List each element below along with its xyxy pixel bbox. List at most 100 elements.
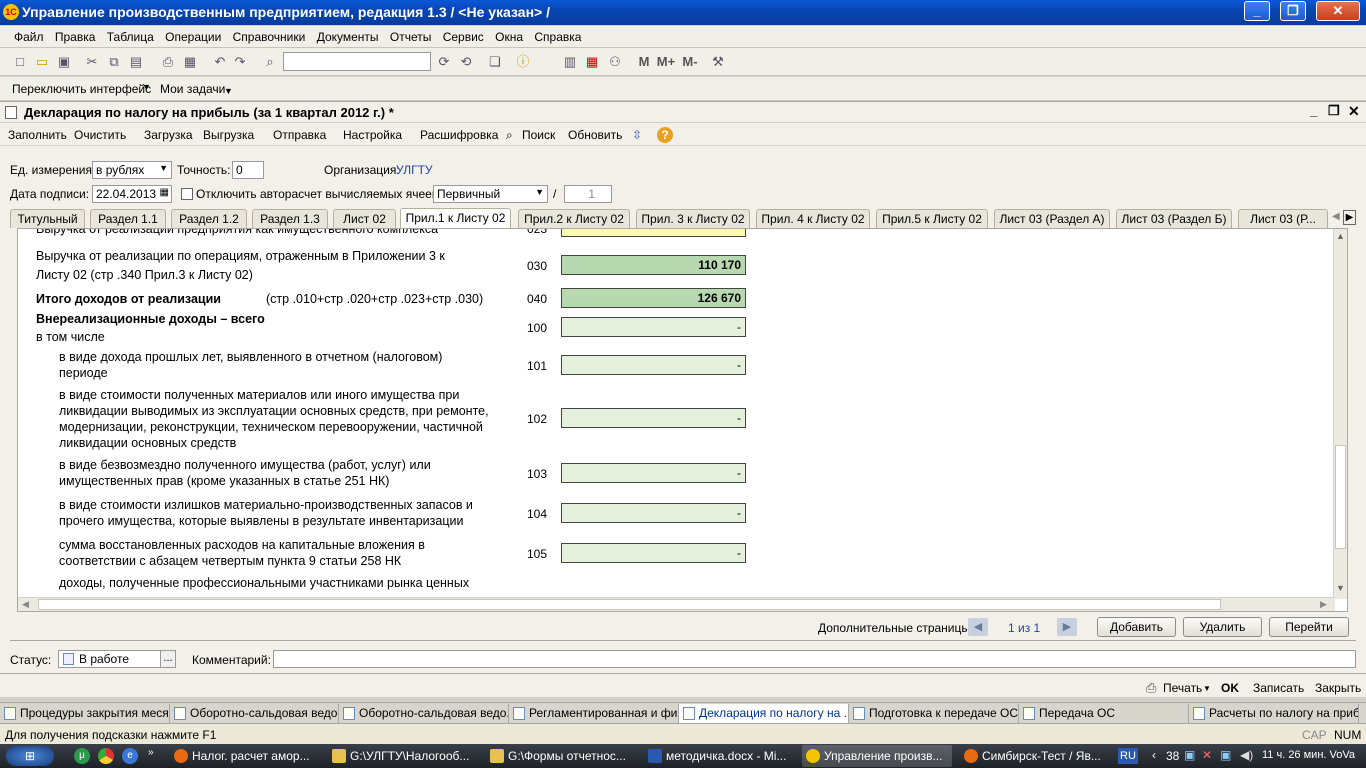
menu-service[interactable]: Сервис — [439, 26, 488, 44]
ie-icon[interactable]: e — [122, 748, 138, 764]
row-value-cell[interactable]: - — [561, 229, 746, 237]
display-icon[interactable]: ▣ — [1220, 748, 1231, 762]
row-value-cell[interactable]: - — [561, 543, 746, 563]
menu-table[interactable]: Таблица — [103, 26, 158, 44]
prev-page-icon[interactable]: ◀ — [968, 618, 988, 636]
tabs-next-icon[interactable]: ▶ — [1343, 210, 1356, 225]
print-icon[interactable]: ⎙ — [1146, 680, 1156, 696]
doc-close-icon[interactable]: ✕ — [1348, 103, 1360, 120]
window-task[interactable]: Подготовка к передаче ОС — [849, 704, 1019, 723]
scroll-left-icon[interactable]: ◀ — [22, 599, 29, 610]
help-icon[interactable]: ? — [657, 127, 673, 143]
os-task[interactable]: методичка.docx - Mi... — [644, 745, 794, 767]
quicklaunch-more-icon[interactable]: » — [148, 747, 154, 758]
language-indicator[interactable]: RU — [1118, 748, 1138, 764]
export-button[interactable]: Выгрузка — [203, 128, 254, 142]
status-field[interactable]: В работе — [58, 650, 161, 668]
tab-app-2-sheet-02[interactable]: Прил.2 к Листу 02 — [518, 209, 630, 228]
tab-app-3-sheet-02[interactable]: Прил. 3 к Листу 02 — [636, 209, 750, 228]
new-icon[interactable]: □ — [12, 54, 28, 70]
find-next-icon[interactable]: ⟳ — [436, 54, 452, 70]
users-icon[interactable]: ⚇ — [607, 54, 623, 70]
go-page-button[interactable]: Перейти — [1269, 617, 1349, 637]
close-button[interactable]: ✕ — [1316, 1, 1360, 21]
os-task-active[interactable]: Управление произв... — [802, 745, 952, 767]
print-icon[interactable]: ⎙ — [160, 54, 176, 70]
os-task[interactable]: G:\УЛГТУ\Налогооб... — [328, 745, 478, 767]
scroll-up-icon[interactable]: ▲ — [1336, 231, 1345, 241]
window-task[interactable]: Оборотно-сальдовая ведо... — [339, 704, 509, 723]
add-page-button[interactable]: Добавить — [1097, 617, 1176, 637]
row-value-cell[interactable]: - — [561, 408, 746, 428]
window-task[interactable]: Расчеты по налогу на приб... — [1189, 704, 1359, 723]
ok-button[interactable]: OK — [1221, 681, 1239, 695]
redo-icon[interactable]: ↷ — [232, 54, 248, 70]
send-button[interactable]: Отправка — [273, 128, 326, 142]
menu-windows[interactable]: Окна — [491, 26, 527, 44]
doc-restore-icon[interactable]: ❐ — [1328, 103, 1340, 119]
menu-help[interactable]: Справка — [530, 26, 585, 44]
vertical-scrollbar[interactable]: ▲ ▼ — [1333, 229, 1347, 599]
tab-app-4-sheet-02[interactable]: Прил. 4 к Листу 02 — [756, 209, 870, 228]
scroll-thumb[interactable] — [1335, 445, 1346, 549]
tab-sheet-03-r[interactable]: Лист 03 (Р... — [1238, 209, 1328, 228]
correction-number-field[interactable]: 1 — [564, 185, 612, 203]
scroll-right-icon[interactable]: ▶ — [1320, 599, 1327, 610]
tab-app-1-sheet-02[interactable]: Прил.1 к Листу 02 — [400, 208, 511, 229]
search-input[interactable] — [283, 52, 431, 71]
status-select-button[interactable]: ... — [160, 650, 176, 668]
autocalc-checkbox[interactable] — [181, 188, 193, 200]
row-value-cell[interactable]: 110 170 — [561, 255, 746, 275]
sign-date-field[interactable]: 22.04.2013 ▦ — [92, 185, 172, 203]
import-button[interactable]: Загрузка — [144, 128, 193, 142]
memory-button[interactable]: M — [636, 54, 652, 70]
tabs-prev-icon[interactable]: ◀ — [1332, 211, 1340, 222]
minimize-button[interactable]: _ — [1244, 1, 1270, 21]
volume-icon[interactable]: ◀) — [1240, 748, 1253, 762]
maximize-button[interactable]: ❐ — [1280, 1, 1306, 21]
clear-button[interactable]: Очистить — [74, 128, 126, 142]
windows-icon[interactable]: ❏ — [487, 54, 503, 70]
refresh-button[interactable]: Обновить — [568, 128, 622, 142]
next-page-icon[interactable]: ▶ — [1057, 618, 1077, 636]
doc-minimize-icon[interactable]: _ — [1310, 103, 1317, 118]
tab-section-1-2[interactable]: Раздел 1.2 — [171, 209, 247, 228]
fill-button[interactable]: Заполнить — [8, 128, 67, 142]
torrent-icon[interactable]: μ — [74, 748, 90, 764]
chrome-icon[interactable] — [98, 748, 114, 764]
calculator-icon[interactable]: ▥ — [562, 54, 578, 70]
tab-section-1-1[interactable]: Раздел 1.1 — [90, 209, 166, 228]
memory-minus-button[interactable]: M- — [680, 54, 700, 70]
window-task-active[interactable]: Декларация по налогу на ... — [679, 704, 849, 723]
org-link[interactable]: УЛГТУ — [396, 163, 433, 177]
open-icon[interactable]: ▭ — [34, 54, 50, 70]
security-icon[interactable]: ✕ — [1202, 748, 1212, 762]
menu-reports[interactable]: Отчеты — [386, 26, 435, 44]
os-task[interactable]: Налог. расчет амор... — [170, 745, 320, 767]
save-icon[interactable]: ▣ — [56, 54, 72, 70]
info-icon[interactable]: ⓘ — [515, 54, 531, 70]
tools-icon[interactable]: ⚒ — [710, 54, 726, 70]
os-task[interactable]: G:\Формы отчетнос... — [486, 745, 636, 767]
menu-file[interactable]: Файл — [0, 26, 48, 44]
precision-stepper[interactable]: 0 — [232, 161, 264, 179]
my-tasks-button[interactable]: Мои задачи — [160, 82, 225, 96]
units-select[interactable]: в рублях ▼ — [92, 161, 172, 179]
switch-interface-button[interactable]: Переключить интерфейс — [12, 82, 151, 96]
tab-sheet-02[interactable]: Лист 02 — [333, 209, 396, 228]
scroll-thumb[interactable] — [38, 599, 1221, 610]
scroll-down-icon[interactable]: ▼ — [1336, 583, 1345, 593]
calendar-icon[interactable]: ▦ — [160, 187, 169, 198]
tab-title-page[interactable]: Титульный — [10, 209, 85, 228]
row-value-cell[interactable]: - — [561, 463, 746, 483]
delete-page-button[interactable]: Удалить — [1183, 617, 1262, 637]
undo-icon[interactable]: ↶ — [212, 54, 228, 70]
tab-section-1-3[interactable]: Раздел 1.3 — [252, 209, 328, 228]
calendar-icon[interactable]: ▦ — [584, 54, 600, 70]
preview-icon[interactable]: ▦ — [182, 54, 198, 70]
save-button[interactable]: Записать — [1253, 681, 1304, 695]
row-value-cell[interactable]: 126 670 — [561, 288, 746, 308]
tab-sheet-03-a[interactable]: Лист 03 (Раздел А) — [994, 209, 1110, 228]
print-button[interactable]: Печать — [1163, 681, 1202, 695]
expand-icon[interactable]: ⇳ — [632, 128, 642, 142]
